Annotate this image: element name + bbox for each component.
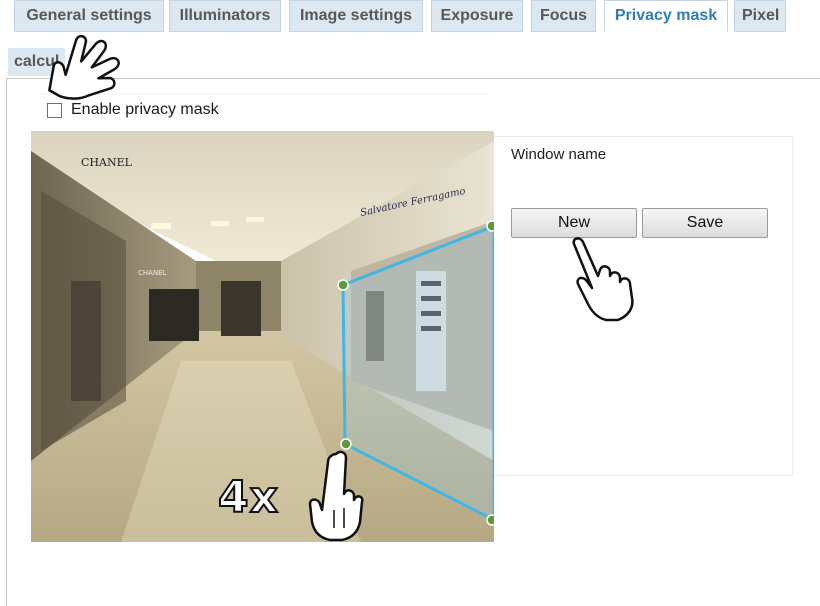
mask-handle[interactable] <box>486 220 494 232</box>
tab-privacy-mask[interactable]: Privacy mask <box>604 0 728 32</box>
hand-pointer-icon <box>308 450 364 542</box>
zoom-annotation: 4x <box>217 471 279 524</box>
store-sign-main: CHANEL <box>81 156 133 169</box>
hand-pointer-icon <box>572 237 634 322</box>
tab-exposure[interactable]: Exposure <box>431 0 523 32</box>
new-button[interactable]: New <box>511 208 637 238</box>
mask-handle[interactable] <box>486 514 494 526</box>
window-name-label: Window name <box>511 146 607 163</box>
mask-handle[interactable] <box>340 438 352 450</box>
panel-border-left <box>6 78 7 606</box>
tab-illuminators[interactable]: Illuminators <box>169 0 281 32</box>
tab-image-settings[interactable]: Image settings <box>289 0 423 32</box>
mask-handle[interactable] <box>337 279 349 291</box>
store-sign-far: CHANEL <box>138 269 167 277</box>
panel-border <box>6 78 820 79</box>
hand-pointer-icon <box>48 34 120 100</box>
tab-focus[interactable]: Focus <box>531 0 596 32</box>
save-button[interactable]: Save <box>642 208 768 238</box>
tab-pixel[interactable]: Pixel <box>734 0 786 32</box>
